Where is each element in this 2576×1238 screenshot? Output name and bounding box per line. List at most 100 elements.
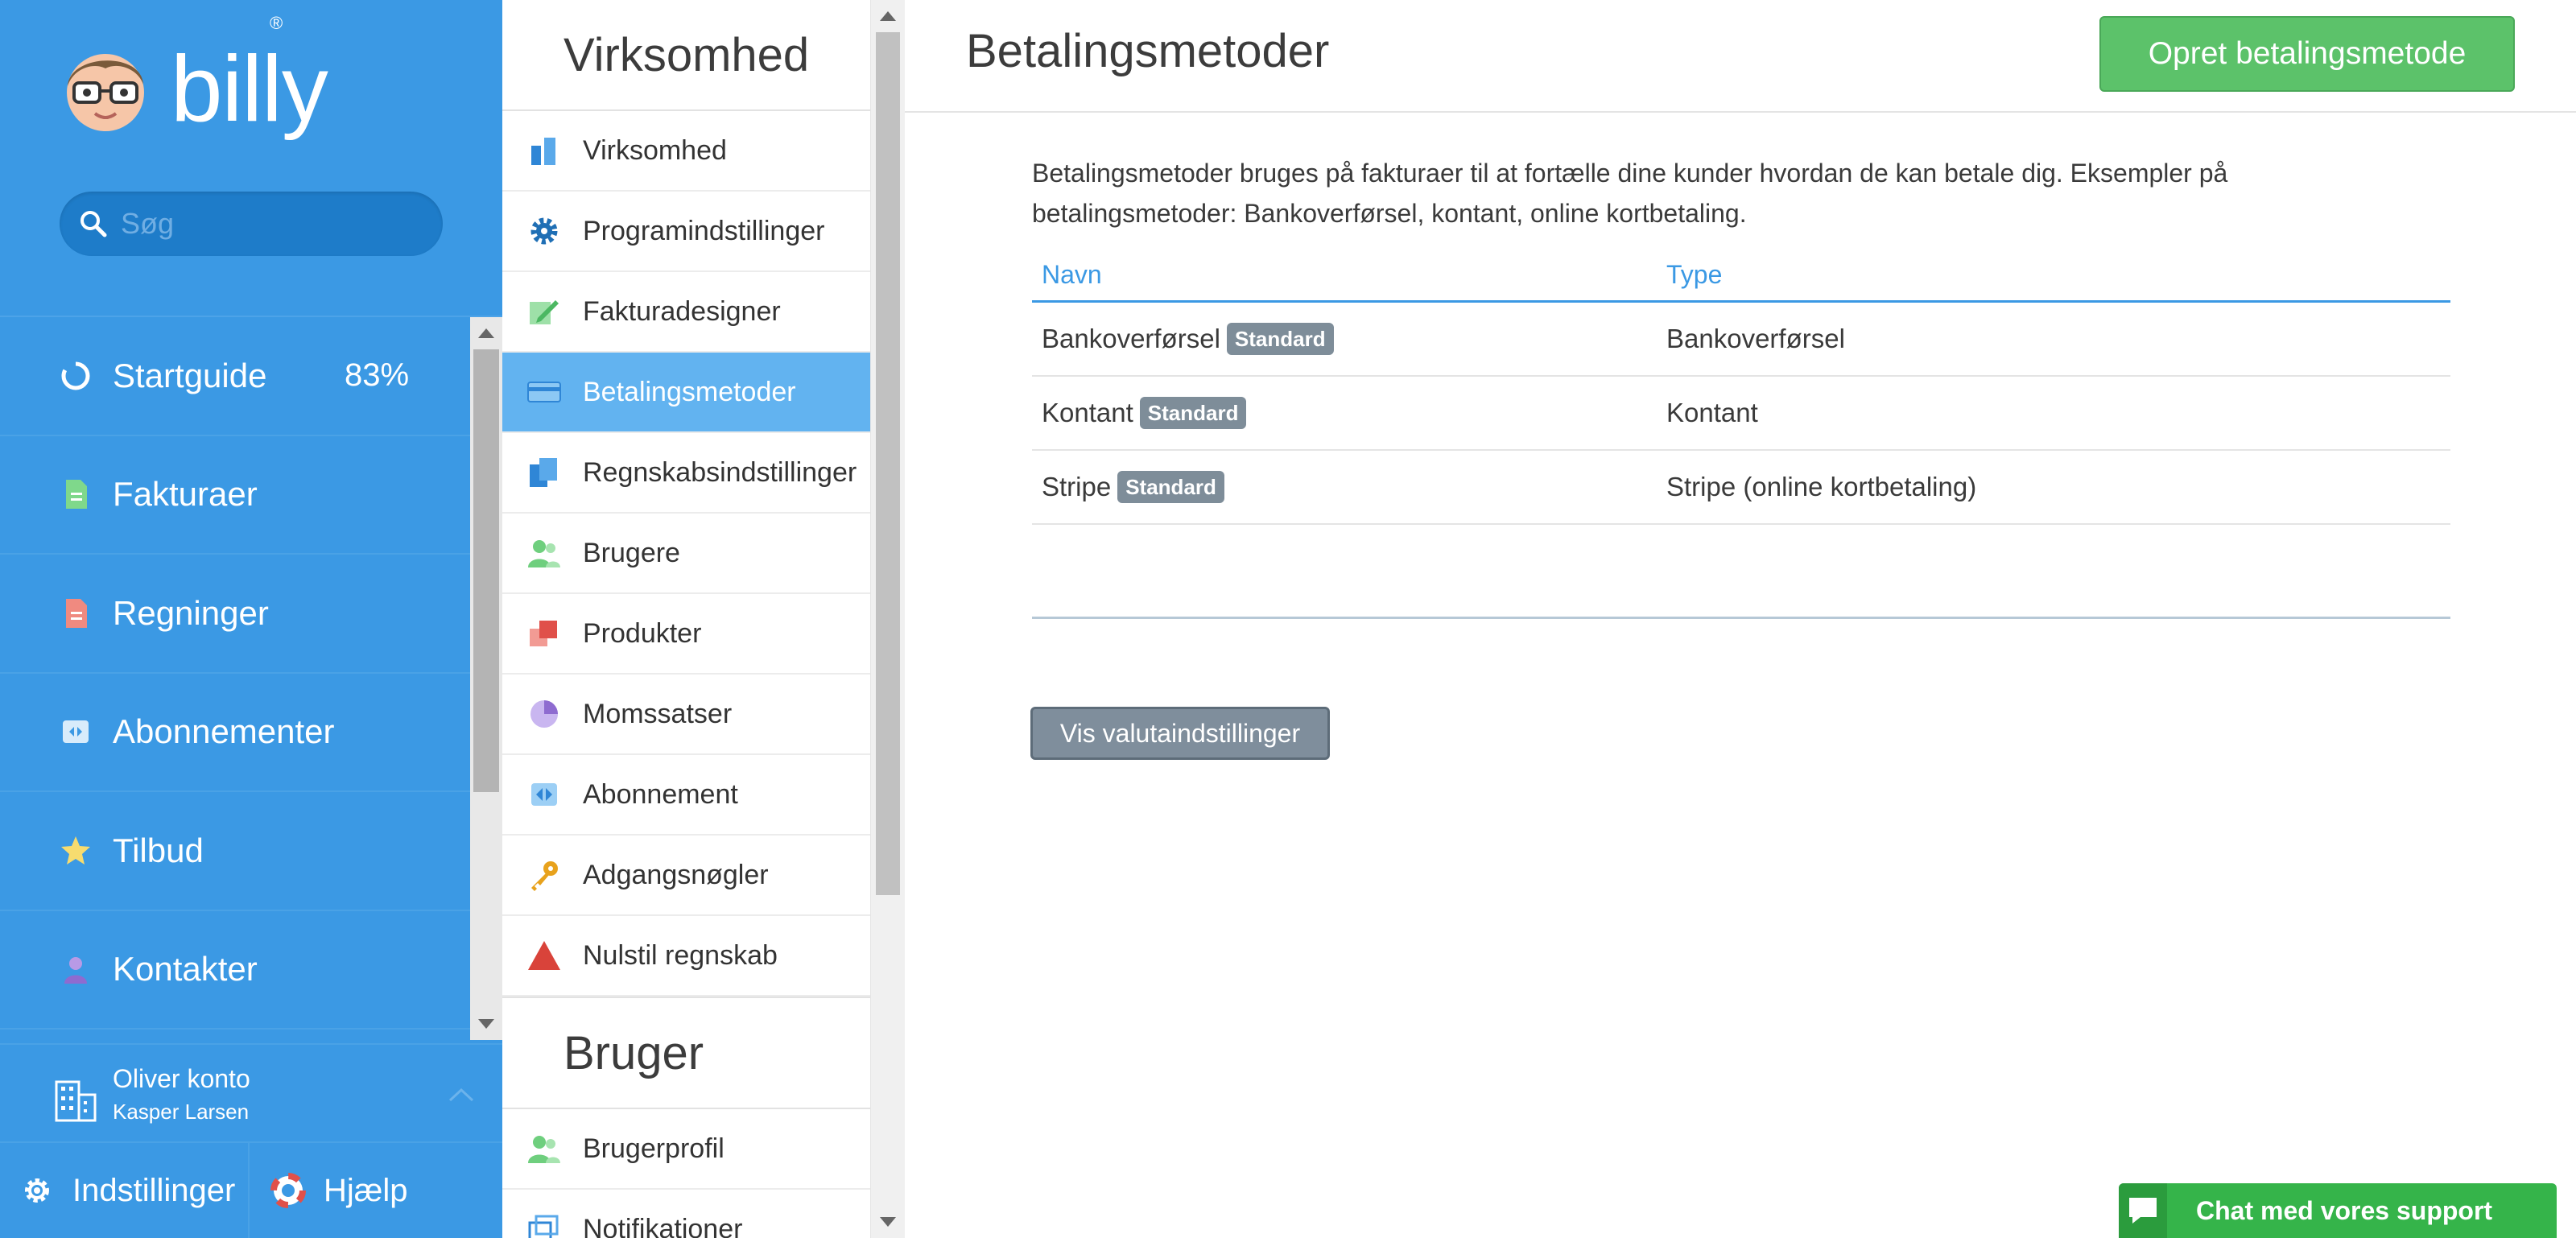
nav-item-abonnementer[interactable]: Abonnementer — [0, 674, 470, 792]
menu-label-programindstillinger: Programindstillinger — [583, 215, 825, 246]
menu-item-fakturadesigner[interactable]: Fakturadesigner — [502, 272, 870, 353]
main-sidebar: billy ® Startguide 83% Fakturaer R — [0, 0, 502, 1238]
nav-label-startguide: Startguide — [113, 356, 267, 394]
menu-label-abonnement: Abonnement — [583, 778, 738, 810]
menu-item-betalingsmetoder[interactable]: Betalingsmetoder — [502, 353, 870, 433]
sidebar-scrollbar[interactable] — [470, 317, 502, 1040]
menu-item-brugerprofil[interactable]: Brugerprofil — [502, 1109, 870, 1190]
subscription-icon — [526, 777, 562, 812]
user-profile-icon — [526, 1131, 562, 1166]
account-user: Kasper Larsen — [113, 1100, 250, 1124]
menu-item-momssatser[interactable]: Momssatser — [502, 675, 870, 755]
sidebar-scroll-thumb[interactable] — [473, 349, 499, 792]
menu-label-notifikationer: Notifikationer — [583, 1213, 743, 1238]
show-currency-settings-button[interactable]: Vis valutaindstillinger — [1030, 707, 1330, 760]
nav-label-kontakter: Kontakter — [113, 950, 258, 988]
payment-method-name: Kontant — [1042, 398, 1133, 427]
section-title-user: Bruger — [502, 997, 870, 1109]
card-icon — [526, 374, 562, 410]
invoice-designer-icon — [526, 294, 562, 329]
menu-item-adgangsnoegler[interactable]: Adgangsnøgler — [502, 836, 870, 916]
menu-label-betalingsmetoder: Betalingsmetoder — [583, 376, 796, 407]
menu-item-produkter[interactable]: Produkter — [502, 594, 870, 675]
invoice-icon — [60, 478, 92, 510]
column-header-type[interactable]: Type — [1657, 260, 1722, 290]
chat-label: Chat med vores support — [2196, 1195, 2493, 1225]
nav-label-abonnementer: Abonnementer — [113, 712, 335, 751]
nav-item-fakturaer[interactable]: Fakturaer — [0, 436, 470, 555]
menu-label-produkter: Produkter — [583, 617, 702, 649]
cell-name: Bankoverførsel Standard — [1032, 322, 1657, 356]
chat-support-widget[interactable]: Chat med vores support — [2119, 1183, 2557, 1238]
search-icon — [80, 211, 107, 237]
scroll-down-arrow-icon[interactable] — [880, 1217, 896, 1227]
warning-icon — [526, 938, 562, 973]
menu-item-brugere[interactable]: Brugere — [502, 514, 870, 594]
logo-text: billy — [171, 36, 328, 141]
cell-name: Stripe Standard — [1032, 470, 1657, 504]
subscriptions-icon — [60, 716, 92, 748]
pie-icon — [526, 696, 562, 732]
billy-logo[interactable]: billy — [61, 42, 328, 135]
nav-label-tilbud: Tilbud — [113, 831, 204, 869]
chevron-up-icon — [448, 1087, 474, 1102]
menu-label-virksomhed: Virksomhed — [583, 134, 727, 166]
nav-item-kontakter[interactable]: Kontakter — [0, 911, 470, 1030]
cell-type: Stripe (online kortbetaling) — [1666, 472, 1977, 501]
search-box[interactable] — [60, 192, 443, 256]
menu-item-virksomhed[interactable]: Virksomhed — [502, 111, 870, 192]
account-name: Oliver konto — [113, 1064, 250, 1093]
scroll-down-arrow-icon[interactable] — [478, 1019, 494, 1029]
menu-label-brugerprofil: Brugerprofil — [583, 1133, 724, 1164]
table-header: Navn Type — [1032, 250, 2450, 303]
standard-badge: Standard — [1139, 396, 1247, 430]
cell-type: Bankoverførsel — [1666, 324, 1845, 353]
create-payment-method-button[interactable]: Opret betalingsmetode — [2099, 16, 2515, 92]
settings-menu-scroll-thumb[interactable] — [876, 32, 900, 895]
star-icon — [60, 835, 92, 867]
menu-item-regnskabsindstillinger[interactable]: Regnskabsindstillinger — [502, 433, 870, 514]
table-row[interactable]: Kontant Standard Kontant — [1032, 377, 2450, 451]
chat-bubble-icon — [2119, 1183, 2167, 1238]
settings-button[interactable]: Indstillinger — [0, 1143, 250, 1238]
menu-label-nulstil-regnskab: Nulstil regnskab — [583, 939, 778, 971]
scroll-up-arrow-icon[interactable] — [478, 328, 494, 338]
table-row[interactable]: Bankoverførsel Standard Bankoverførsel — [1032, 303, 2450, 377]
nav-item-tilbud[interactable]: Tilbud — [0, 792, 470, 911]
nav-item-regninger[interactable]: Regninger — [0, 555, 470, 674]
key-icon — [526, 857, 562, 893]
standard-badge: Standard — [1117, 470, 1224, 504]
scroll-up-arrow-icon[interactable] — [880, 11, 896, 21]
table-row[interactable]: Stripe Standard Stripe (online kortbetal… — [1032, 451, 2450, 525]
help-button[interactable]: Hjælp — [250, 1143, 407, 1238]
building-icon — [55, 1080, 97, 1122]
menu-item-abonnement[interactable]: Abonnement — [502, 755, 870, 836]
settings-label: Indstillinger — [72, 1172, 236, 1208]
nav-item-startguide[interactable]: Startguide 83% — [0, 317, 470, 436]
search-input[interactable] — [121, 207, 427, 241]
sidebar-bottom-bar: Indstillinger Hjælp — [0, 1141, 502, 1238]
page-title: Betalingsmetoder — [966, 25, 1330, 77]
menu-label-momssatser: Momssatser — [583, 698, 733, 729]
products-icon — [526, 616, 562, 651]
nav-label-regninger: Regninger — [113, 593, 269, 632]
menu-label-brugere: Brugere — [583, 537, 680, 568]
settings-menu: Virksomhed Virksomhed Programindstilling… — [502, 0, 871, 1238]
account-switcher[interactable]: Oliver konto Kasper Larsen — [0, 1043, 502, 1141]
payment-method-name: Stripe — [1042, 472, 1112, 501]
contact-icon — [60, 953, 92, 985]
column-header-name[interactable]: Navn — [1032, 260, 1657, 290]
billy-mascot-icon — [61, 44, 150, 133]
main-nav: Startguide 83% Fakturaer Regninger Abonn… — [0, 317, 470, 1030]
menu-item-notifikationer[interactable]: Notifikationer — [502, 1190, 870, 1238]
payment-methods-table: Navn Type Bankoverførsel Standard Bankov… — [1032, 250, 2450, 525]
menu-item-programindstillinger[interactable]: Programindstillinger — [502, 192, 870, 272]
standard-badge: Standard — [1226, 322, 1334, 356]
page-header: Betalingsmetoder Opret betalingsmetode — [905, 0, 2576, 113]
settings-menu-scrollbar[interactable] — [871, 0, 905, 1238]
main-content: Betalingsmetoder Opret betalingsmetode B… — [905, 0, 2576, 1238]
menu-label-fakturadesigner: Fakturadesigner — [583, 295, 781, 327]
startguide-progress: 83% — [345, 357, 410, 394]
menu-item-nulstil-regnskab[interactable]: Nulstil regnskab — [502, 916, 870, 997]
progress-ring-icon — [60, 360, 92, 392]
